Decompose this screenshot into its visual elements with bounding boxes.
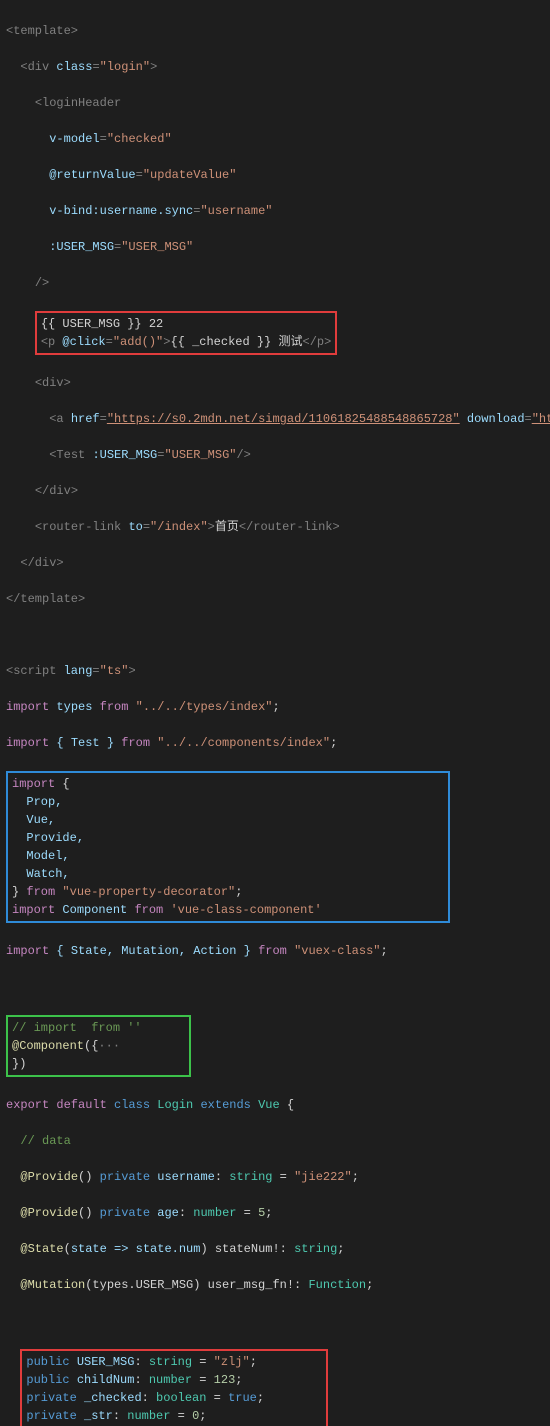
highlight-box-1: {{ USER_MSG }} 22<p @click="add()">{{ _c… bbox=[35, 311, 338, 355]
highlight-box-4: public USER_MSG: string = "zlj";public c… bbox=[20, 1349, 327, 1426]
url-link: "https://s0.2mdn.net/simgad/110618254885… bbox=[107, 412, 460, 426]
tag-loginheader: <loginHeader bbox=[35, 96, 121, 110]
code-editor: <template> <div class="login"> <loginHea… bbox=[0, 0, 550, 1426]
highlight-box-3: // import from '' @Component({···}) bbox=[6, 1015, 191, 1077]
tag-template-close: </template> bbox=[6, 592, 85, 606]
fold-icon[interactable]: ··· bbox=[98, 1039, 120, 1053]
highlight-box-2: import { Prop, Vue, Provide, Model, Watc… bbox=[6, 771, 450, 923]
tag-template-open: <template> bbox=[6, 24, 78, 38]
